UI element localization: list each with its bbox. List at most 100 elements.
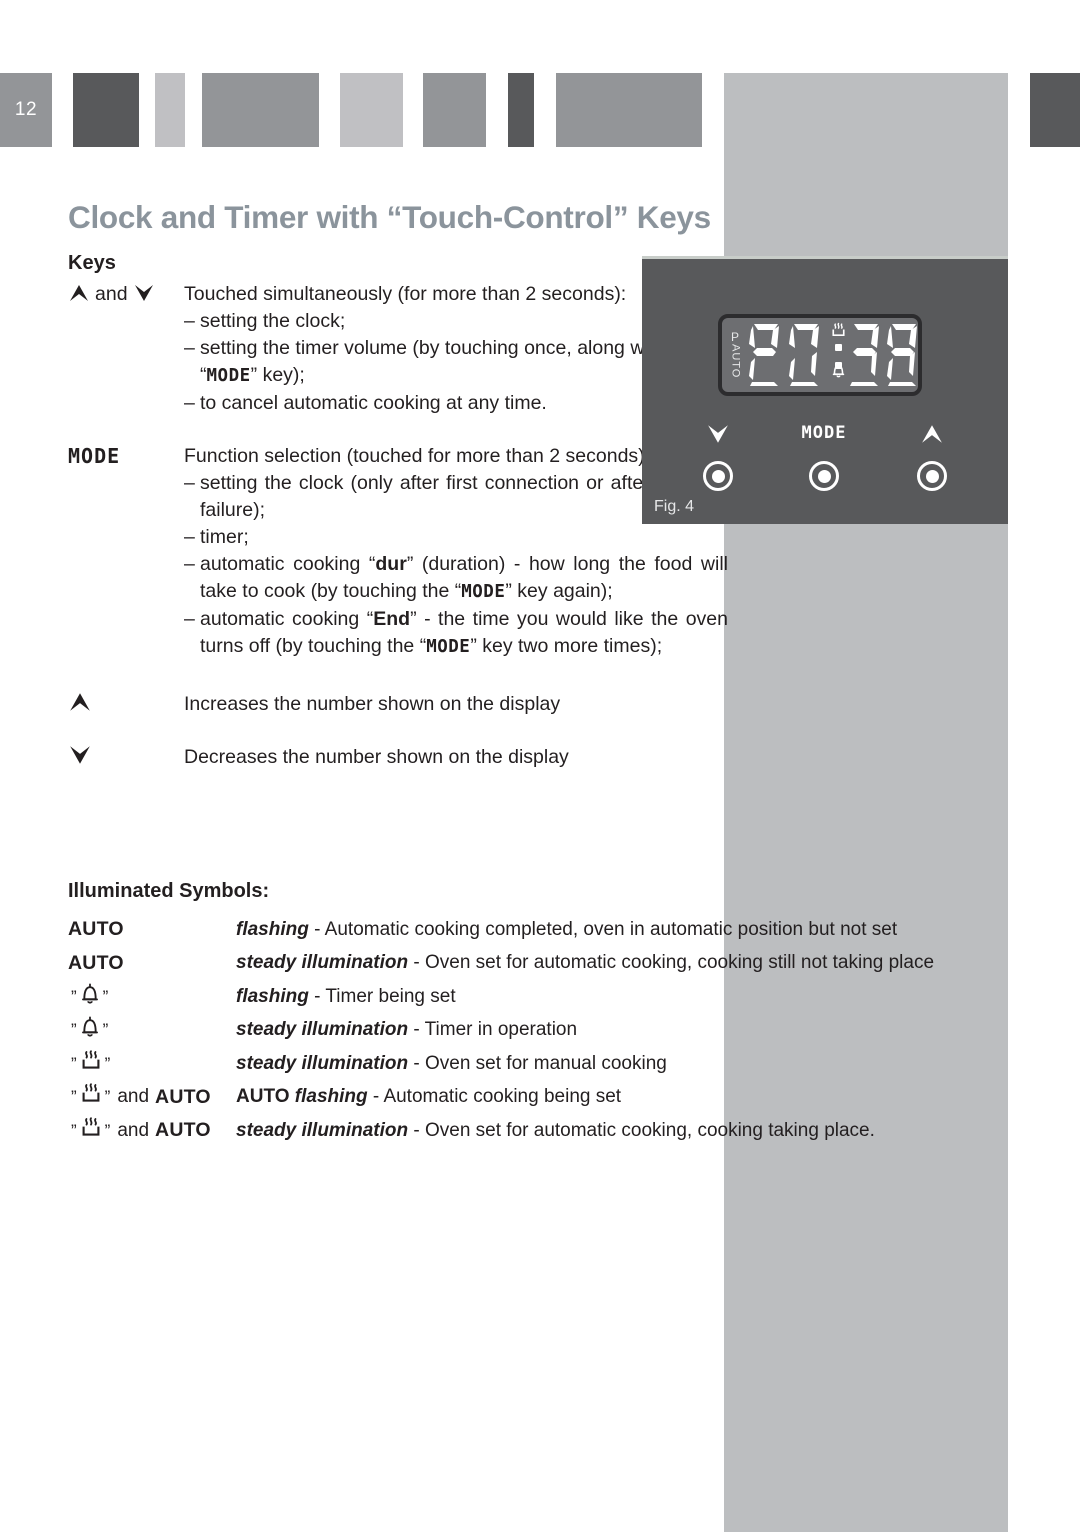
state-label: steady illumination	[236, 1119, 409, 1141]
key-dot	[817, 469, 831, 483]
state-label: flashing	[236, 918, 309, 940]
bullet-dash: –	[184, 608, 195, 630]
open-quote: ”	[71, 986, 77, 1006]
symbol-heat-and-auto: ” ” and AUTO	[68, 1116, 236, 1146]
key-row-mode: MODE Function selection (touched for mor…	[68, 443, 728, 661]
illuminated-row: AUTO flashing - Automatic cooking comple…	[68, 913, 1018, 947]
auto-label: AUTO	[155, 1085, 211, 1108]
open-quote: ”	[71, 1053, 77, 1073]
up-key[interactable]	[902, 423, 962, 491]
illuminated-row: ” ” and AUTO steady illumination - Oven …	[68, 1114, 1018, 1148]
desc-text: - Timer in operation	[408, 1019, 578, 1041]
symbol-description: steady illumination - Oven set for autom…	[236, 1120, 875, 1142]
heat-icon	[80, 1082, 102, 1112]
lcd-indicators: P AUTO	[722, 318, 748, 392]
state-label: steady illumination	[236, 952, 409, 974]
bullet-dash: –	[184, 472, 195, 494]
close-quote: ”	[104, 1120, 111, 1140]
lcd-time-readout	[748, 318, 918, 392]
control-panel-figure: P AUTO MODE Fig. 4	[642, 256, 1008, 524]
key-row-decrease: Decreases the number shown on the displa…	[68, 744, 728, 774]
desc-text: - Automatic cooking being set	[367, 1086, 622, 1108]
bell-icon	[831, 362, 846, 384]
down-key[interactable]	[688, 423, 748, 491]
key-symbol-mode: MODE	[68, 443, 184, 471]
illuminated-row: AUTO steady illumination - Oven set for …	[68, 947, 1018, 981]
key-dot	[711, 469, 725, 483]
page-number: 12	[0, 73, 52, 147]
auto-indicator: AUTO	[729, 344, 742, 379]
desc-text: - Oven set for automatic cooking, cookin…	[408, 952, 935, 974]
close-quote: ”	[104, 1087, 111, 1107]
auto-prefix: AUTO	[236, 1086, 295, 1108]
mode-key-label: MODE	[801, 423, 847, 443]
p-indicator: P	[730, 330, 739, 345]
auto-label: AUTO	[155, 1119, 211, 1142]
state-label: steady illumination	[236, 1019, 409, 1041]
bullet-dash: –	[184, 392, 195, 414]
symbol-heat-and-auto: ” ” and AUTO	[68, 1082, 236, 1112]
chevron-up-icon	[68, 691, 92, 721]
symbol-description: flashing - Timer being set	[236, 986, 456, 1008]
key-desc-down: Decreases the number shown on the displa…	[184, 746, 569, 768]
open-quote: ”	[71, 1120, 77, 1140]
up-key-button[interactable]	[917, 461, 947, 491]
bullet-dash: –	[184, 310, 195, 332]
mode-key-button[interactable]	[809, 461, 839, 491]
symbol-auto: AUTO	[68, 952, 236, 975]
key-symbol-down	[68, 744, 184, 774]
bullet-dash: –	[184, 526, 195, 548]
mode-key-label: MODE	[68, 444, 121, 468]
auto-label: AUTO	[68, 951, 124, 974]
symbol-bell: ” ”	[68, 1015, 236, 1045]
state-label: flashing	[236, 985, 309, 1007]
header-block-5	[340, 73, 403, 147]
desc-text: - Automatic cooking completed, oven in a…	[308, 918, 898, 940]
illuminated-row: ” ” flashing - Timer being set	[68, 980, 1018, 1014]
bullet-text: timer;	[200, 526, 249, 548]
illuminated-row: ” ” steady illumination - Timer in opera…	[68, 1014, 1018, 1048]
symbol-bell: ” ”	[68, 982, 236, 1012]
heat-icon	[830, 322, 847, 344]
bullet-dash: –	[184, 553, 195, 575]
chevron-down-icon	[688, 423, 748, 449]
key-dot	[925, 469, 939, 483]
chevron-down-icon	[68, 744, 92, 774]
state-label: flashing	[294, 1086, 368, 1108]
keys-heading: Keys	[68, 252, 116, 274]
header-block-2	[73, 73, 139, 147]
close-quote: ”	[104, 1053, 111, 1073]
key-row-up-down: and Touched simultaneously (for more tha…	[68, 281, 728, 417]
mode-key[interactable]: MODE	[794, 423, 854, 491]
close-quote: ”	[102, 1020, 109, 1040]
close-quote: ”	[102, 986, 109, 1006]
and-label: and	[117, 1086, 150, 1108]
symbol-auto: AUTO	[68, 918, 236, 941]
symbol-description: steady illumination - Oven set for manua…	[236, 1053, 667, 1075]
desc-text: - Timer being set	[308, 985, 456, 1007]
desc-text: - Oven set for manual cooking	[408, 1052, 667, 1074]
mode-lcd-text: MODE	[461, 582, 506, 602]
chevron-up-icon	[68, 283, 90, 311]
chevron-down-icon	[133, 283, 155, 311]
header-block-4	[202, 73, 319, 147]
bullet-dash: –	[184, 337, 195, 359]
page-title: Clock and Timer with “Touch-Control” Key…	[68, 199, 711, 235]
open-quote: ”	[71, 1087, 77, 1107]
mode-lcd-text: MODE	[426, 637, 471, 657]
bullet-text: automatic cooking “dur” (duration) - how…	[200, 553, 728, 602]
figure-caption: Fig. 4	[654, 498, 695, 515]
heat-icon	[80, 1049, 102, 1079]
main-content: Keys and Touched simultaneously (for mor…	[68, 252, 728, 774]
bell-icon	[80, 1015, 100, 1045]
bullet-2-3: – automatic cooking “dur” (duration) - h…	[184, 551, 728, 606]
header-block-6	[423, 73, 486, 147]
key-row-increase: Increases the number shown on the displa…	[68, 691, 728, 721]
symbol-description: steady illumination - Timer in operation	[236, 1019, 577, 1041]
desc-text: - Oven set for automatic cooking, cookin…	[408, 1119, 875, 1141]
down-key-button[interactable]	[703, 461, 733, 491]
auto-label: AUTO	[68, 918, 124, 941]
key-symbol-up-down: and	[68, 281, 184, 311]
lcd-display: P AUTO	[718, 314, 922, 396]
illuminated-symbols-section: Illuminated Symbols: AUTO flashing - Aut…	[68, 880, 1018, 1148]
